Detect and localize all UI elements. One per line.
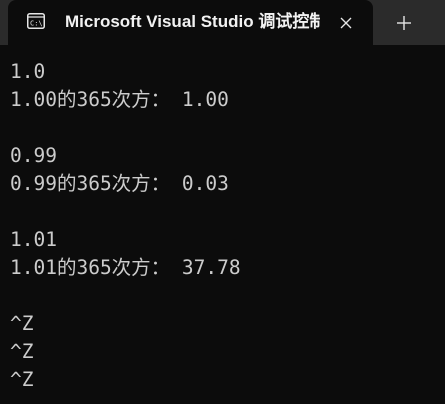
tab-title: Microsoft Visual Studio 调试控制台 <box>65 12 320 31</box>
console-line: 0.99 <box>10 144 57 167</box>
console-output[interactable]: 1.0 1.00的365次方： 1.00 0.99 0.99的365次方： 0.… <box>10 58 445 394</box>
console-line: ^Z <box>10 340 34 363</box>
new-tab-button[interactable] <box>386 7 422 39</box>
plus-icon <box>397 16 411 30</box>
console-line: ^Z <box>10 312 34 335</box>
console-line: 1.00的365次方： 1.00 <box>10 88 229 111</box>
tab-debug-console[interactable]: C:\ Microsoft Visual Studio 调试控制台 <box>8 0 373 45</box>
console-line: 1.0 <box>10 60 46 83</box>
console-line: 1.01 <box>10 228 57 251</box>
title-bar: C:\ Microsoft Visual Studio 调试控制台 <box>0 0 445 45</box>
console-line: ^Z <box>10 368 34 391</box>
console-icon: C:\ <box>27 13 45 29</box>
console-line: 1.01的365次方： 37.78 <box>10 256 241 279</box>
console-line: 0.99的365次方： 0.03 <box>10 172 229 195</box>
terminal-window: C:\ Microsoft Visual Studio 调试控制台 1.0 1.… <box>0 0 445 404</box>
svg-text:C:\: C:\ <box>30 20 43 28</box>
close-tab-button[interactable] <box>332 9 360 37</box>
close-icon <box>340 17 352 29</box>
